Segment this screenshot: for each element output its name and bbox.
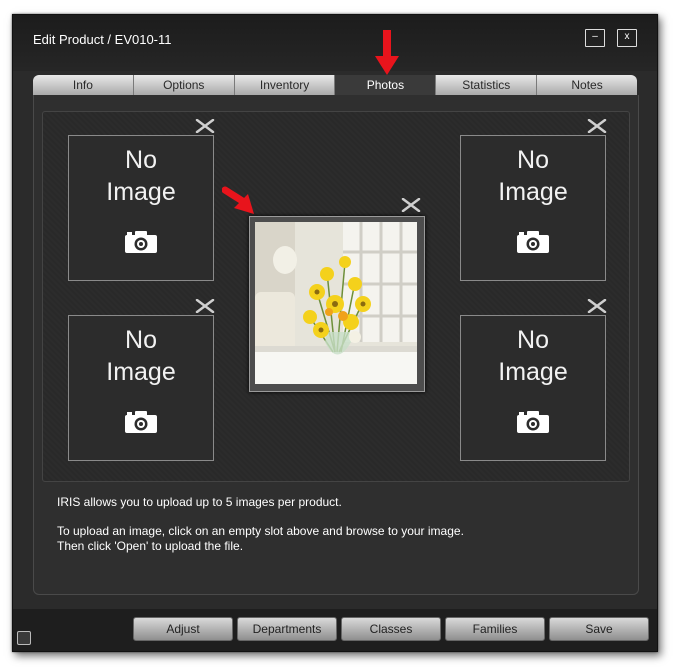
no-image-line1: No (125, 326, 157, 354)
tab-photos[interactable]: Photos (335, 75, 437, 95)
tab-inventory[interactable]: Inventory (234, 75, 336, 95)
annotation-arrow-diagonal-icon (222, 186, 254, 214)
product-image (255, 222, 417, 384)
tab-info[interactable]: Info (33, 75, 134, 95)
no-image-line1: No (517, 146, 549, 174)
save-button[interactable]: Save (549, 617, 649, 641)
photos-help-text: IRIS allows you to upload up to 5 images… (57, 495, 464, 554)
annotation-arrow-down-icon (375, 30, 399, 75)
close-button[interactable]: x (617, 29, 637, 47)
delete-x-icon[interactable] (587, 119, 607, 133)
delete-x-icon[interactable] (401, 198, 421, 212)
no-image-text: No Image (69, 324, 213, 388)
no-image-line2: Image (106, 358, 176, 386)
camera-icon (125, 411, 157, 433)
photo-slot-empty-1[interactable]: No Image (68, 135, 214, 281)
delete-x-icon[interactable] (195, 299, 215, 313)
close-icon: x (624, 31, 630, 42)
photo-slot-empty-3[interactable]: No Image (460, 135, 606, 281)
adjust-button[interactable]: Adjust (133, 617, 233, 641)
photo-slots-area: No Image No Image No Image No Image (42, 111, 630, 482)
no-image-text: No Image (69, 144, 213, 208)
tab-bar: Info Options Inventory Photos Statistics… (33, 75, 637, 95)
help-line-1: IRIS allows you to upload up to 5 images… (57, 495, 342, 509)
help-line-2: To upload an image, click on an empty sl… (57, 524, 464, 538)
no-image-line1: No (517, 326, 549, 354)
families-button[interactable]: Families (445, 617, 545, 641)
camera-icon (517, 411, 549, 433)
delete-x-icon[interactable] (195, 119, 215, 133)
no-image-text: No Image (461, 324, 605, 388)
no-image-line1: No (125, 146, 157, 174)
delete-x-icon[interactable] (587, 299, 607, 313)
help-line-3: Then click 'Open' to upload the file. (57, 539, 244, 553)
status-checkbox[interactable] (17, 631, 31, 645)
tab-notes[interactable]: Notes (537, 75, 637, 95)
no-image-line2: Image (498, 178, 568, 206)
departments-button[interactable]: Departments (237, 617, 337, 641)
tab-statistics[interactable]: Statistics (436, 75, 538, 95)
no-image-line2: Image (498, 358, 568, 386)
minimize-button[interactable]: – (585, 29, 605, 47)
bottom-button-bar: Adjust Departments Classes Families Save (13, 609, 657, 651)
title-bar: Edit Product / EV010-11 – x (13, 15, 657, 71)
photo-slot-empty-4[interactable]: No Image (460, 315, 606, 461)
edit-product-window: Edit Product / EV010-11 – x Info Options… (12, 14, 658, 652)
camera-icon (125, 231, 157, 253)
main-product-photo[interactable] (249, 216, 425, 392)
camera-icon (517, 231, 549, 253)
tab-options[interactable]: Options (133, 75, 235, 95)
window-title: Edit Product / EV010-11 (33, 32, 172, 47)
photos-panel: No Image No Image No Image No Image IRIS… (33, 95, 639, 595)
photo-slot-empty-2[interactable]: No Image (68, 315, 214, 461)
minimize-icon: – (592, 31, 598, 42)
flower-vase-image (255, 222, 417, 384)
no-image-text: No Image (461, 144, 605, 208)
no-image-line2: Image (106, 178, 176, 206)
classes-button[interactable]: Classes (341, 617, 441, 641)
